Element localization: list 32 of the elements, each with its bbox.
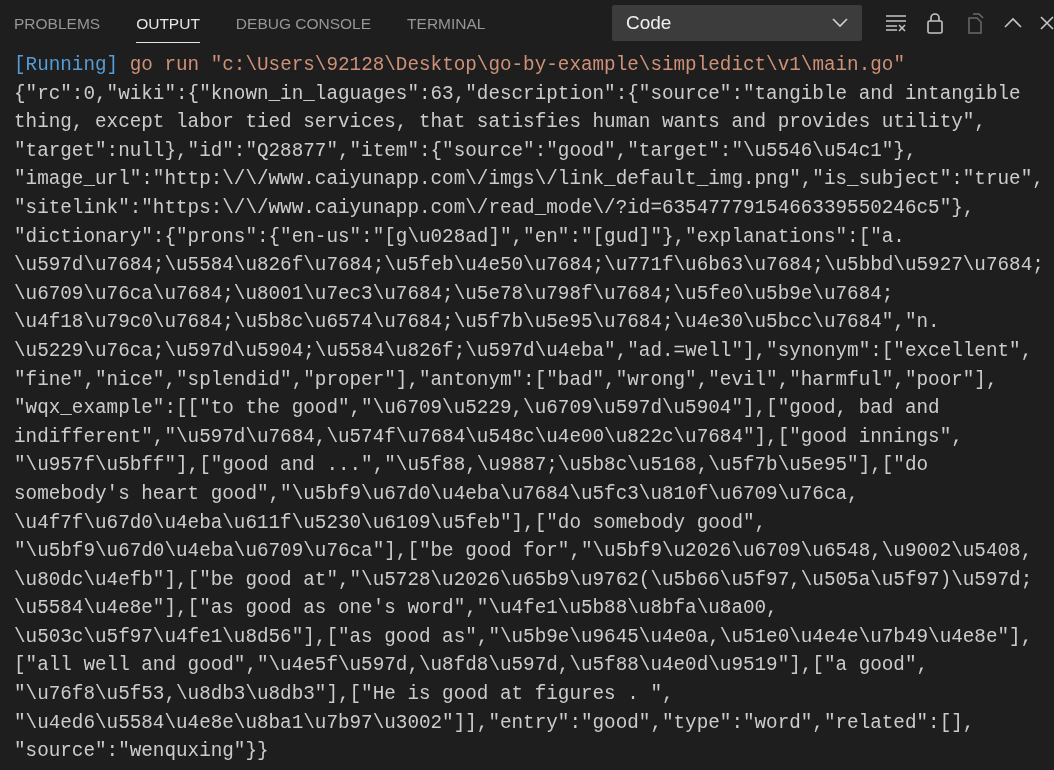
output-line: \u5584\u4e8e"],["as good as one's word","\u4fe1\u5b88\u8bfa\u8a00, [14, 596, 779, 622]
output-line: "fine","nice","splendid","proper"],"antonym":["bad","wrong","evil","harmful","poor"], [14, 367, 999, 393]
output-line: "image_url":"http:\/\/www.caiyunapp.com\/imgs\/link_default_img.png","is_subject":"true", [14, 167, 1045, 193]
output-channel-dropdown[interactable]: Code [612, 5, 862, 41]
output-line: "source":"wenquxing"}} [14, 739, 270, 765]
output-line: somebody's heart good","\u5bf9\u67d0\u4eba\u7684\u5fc3\u810f\u6709\u76ca, [14, 481, 860, 507]
output-line: "\u5bf9\u67d0\u4eba\u6709\u76ca"],["be good for","\u5bf9\u2026\u6709\u6548,\u9002\u5408, [14, 539, 1034, 565]
output-line: ["all well and good","\u4e5f\u597d,\u8fd8\u597d,\u5f88\u4e0d\u9519"],["a good", [14, 653, 930, 679]
output-line: \u597d\u7684;\u5584\u826f\u7684;\u5feb\u4e50\u7684;\u771f\u6b63\u7684;\u5bbd\u5927\u7684; [14, 253, 1045, 279]
output-line: "target":null},"id":"Q28877","item":{"source":"good","target":"\u5546\u54c1"}, [14, 138, 918, 164]
output-line: "sitelink":"https:\/\/www.caiyunapp.com\/read_mode\/?id=6354777915466339550246c5"}, [14, 195, 976, 221]
command-text: go run "c:\Users\92128\Desktop\go-by-example\simpledict\v1\main.go" [129, 54, 905, 76]
output-line: {"rc":0,"wiki":{"known_in_laguages":63,"description":{"source":"tangible and intangible [14, 81, 1022, 107]
output-line: \u503c\u5f97\u4fe1\u8d56"],["as good as","\u5b9e\u9645\u4e0a,\u51e0\u4e4e\u7b49\u4e8e"], [14, 624, 1034, 650]
output-line: "wqx_example":[["to the good","\u6709\u5229,\u6709\u597d\u5904"],["good, bad and [14, 396, 941, 422]
panel-tab[interactable]: PROBLEMS [14, 3, 101, 43]
chevron-down-icon [832, 18, 848, 28]
output-line: \u4f7f\u67d0\u4eba\u611f\u5230\u6109\u5feb"],["do somebody good", [14, 510, 768, 536]
output-line: thing, except labor tied services, that satisfies human wants and provides utility", [14, 110, 987, 136]
output-line: \u4f18\u79c0\u7684;\u5b8c\u6574\u7684;\u5f7b\u5e95\u7684;\u4e30\u5bcc\u7684","n. [14, 310, 941, 336]
panel-tab[interactable]: OUTPUT [136, 3, 200, 43]
output-line: indifferent","\u597d\u7684,\u574f\u7684\u548c\u4e00\u822c\u7684"],["good innings", [14, 424, 964, 450]
output-line: "\u957f\u5bff"],["good and ...","\u5f88,\u9887;\u5b8c\u5168,\u5f7b\u5e95"],["do [14, 453, 930, 479]
output-line: \u5229\u76ca;\u597d\u5904;\u5584\u826f;\u597d\u4eba","ad.=well"],"synonym":["excellent", [14, 338, 1034, 364]
output-line: "\u4ed6\u5584\u4e8e\u8ba1\u7b97\u3002"]],"entry":"good","type":"word","related":[], [14, 710, 976, 736]
output-line: \u80dc\u4efb"],["be good at","\u5728\u2026\u65b9\u9762(\u5b66\u5f97,\u505a\u5f97)\u597d; [14, 567, 1034, 593]
running-tag: [Running] [14, 54, 119, 76]
output-line: "dictionary":{"prons":{"en-us":"[g\u028ad]","en":"[gud]"},"explanations":["a. [14, 224, 906, 250]
panel-tab[interactable]: DEBUG CONSOLE [235, 3, 372, 43]
panel-tab[interactable]: TERMINAL [407, 3, 486, 43]
output-line: \u6709\u76ca\u7684;\u8001\u7ec3\u7684;\u5e78\u798f\u7684;\u5fe0\u5b9e\u7684; [14, 281, 895, 307]
output-line: "\u76f8\u5f53,\u8db3\u8db3"],["He is good at figures . ", [14, 682, 675, 708]
